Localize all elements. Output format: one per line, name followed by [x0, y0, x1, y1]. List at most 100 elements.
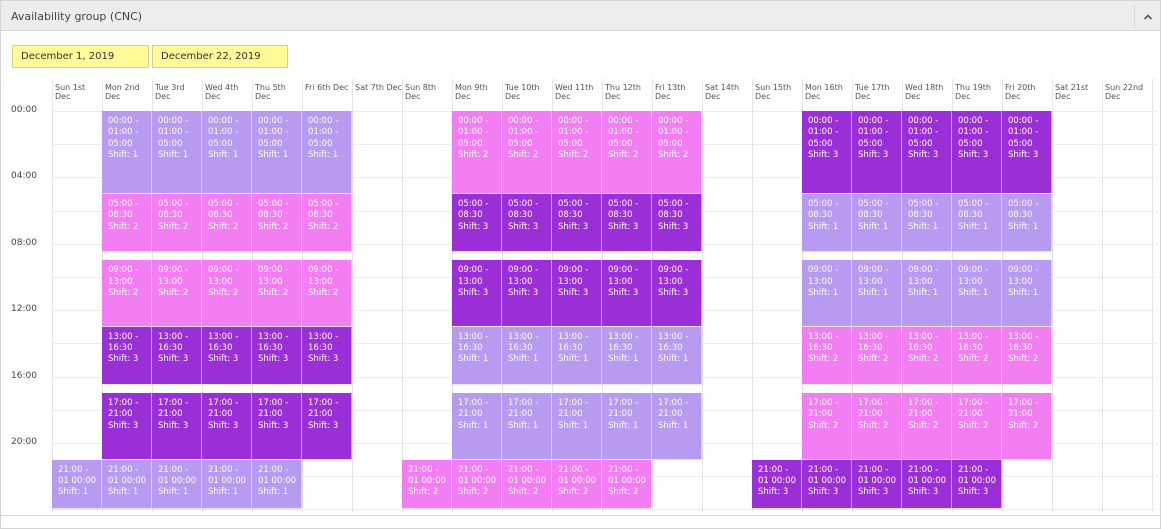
shift-event[interactable]: 00:00 -01:00 -05:00 Shift: 1 [102, 111, 152, 193]
shift-event[interactable]: 09:00 -13:00 Shift: 3 [602, 260, 652, 326]
start-date-field[interactable]: December 1, 2019 [12, 45, 149, 68]
shift-event[interactable]: 17:00 -21:00 Shift: 3 [302, 393, 352, 459]
shift-event[interactable]: 09:00 -13:00 Shift: 3 [552, 260, 602, 326]
shift-event[interactable]: 17:00 -21:00 Shift: 1 [502, 393, 552, 459]
shift-event[interactable]: 21:00 -01 00:00 Shift: 3 [852, 459, 902, 509]
shift-event[interactable]: 05:00 -08:30 Shift: 1 [952, 194, 1002, 252]
shift-event[interactable]: 13:00 -16:30 Shift: 2 [802, 326, 852, 384]
shift-event[interactable]: 09:00 -13:00 Shift: 3 [452, 260, 502, 326]
shift-event[interactable]: 21:00 -01 00:00 Shift: 3 [902, 459, 952, 509]
shift-event[interactable]: 13:00 -16:30 Shift: 1 [452, 326, 502, 384]
shift-event[interactable]: 00:00 -01:00 -05:00 Shift: 3 [852, 111, 902, 193]
shift-event[interactable]: 00:00 -01:00 -05:00 Shift: 2 [502, 111, 552, 193]
shift-event[interactable]: 09:00 -13:00 Shift: 1 [952, 260, 1002, 326]
shift-event[interactable]: 05:00 -08:30 Shift: 3 [502, 194, 552, 252]
shift-event[interactable]: 13:00 -16:30 Shift: 2 [902, 326, 952, 384]
shift-event[interactable]: 05:00 -08:30 Shift: 1 [902, 194, 952, 252]
shift-event[interactable]: 13:00 -16:30 Shift: 3 [152, 326, 202, 384]
shift-event[interactable]: 21:00 -01 00:00 Shift: 3 [752, 459, 802, 509]
shift-event[interactable]: 21:00 -01 00:00 Shift: 1 [52, 459, 102, 509]
shift-event[interactable]: 17:00 -21:00 Shift: 2 [1002, 393, 1052, 459]
shift-event[interactable]: 13:00 -16:30 Shift: 3 [252, 326, 302, 384]
shift-event[interactable]: 00:00 -01:00 -05:00 Shift: 2 [452, 111, 502, 193]
shift-event[interactable]: 17:00 -21:00 Shift: 3 [152, 393, 202, 459]
shift-event[interactable]: 17:00 -21:00 Shift: 2 [802, 393, 852, 459]
shift-event[interactable]: 09:00 -13:00 Shift: 1 [852, 260, 902, 326]
shift-event[interactable]: 09:00 -13:00 Shift: 2 [202, 260, 252, 326]
shift-event[interactable]: 09:00 -13:00 Shift: 1 [902, 260, 952, 326]
shift-event[interactable]: 21:00 -01 00:00 Shift: 2 [502, 459, 552, 509]
shift-event[interactable]: 09:00 -13:00 Shift: 1 [802, 260, 852, 326]
shift-event[interactable]: 05:00 -08:30 Shift: 1 [852, 194, 902, 252]
shift-event[interactable]: 05:00 -08:30 Shift: 2 [202, 194, 252, 252]
shift-event[interactable]: 05:00 -08:30 Shift: 1 [802, 194, 852, 252]
shift-event[interactable]: 13:00 -16:30 Shift: 2 [1002, 326, 1052, 384]
shift-event[interactable]: 17:00 -21:00 Shift: 3 [252, 393, 302, 459]
shift-event[interactable]: 17:00 -21:00 Shift: 2 [902, 393, 952, 459]
shift-event[interactable]: 05:00 -08:30 Shift: 2 [102, 194, 152, 252]
shift-event[interactable]: 09:00 -13:00 Shift: 2 [152, 260, 202, 326]
shift-event[interactable]: 21:00 -01 00:00 Shift: 2 [602, 459, 652, 509]
shift-event[interactable]: 00:00 -01:00 -05:00 Shift: 3 [902, 111, 952, 193]
shift-event[interactable]: 13:00 -16:30 Shift: 1 [552, 326, 602, 384]
shift-event[interactable]: 13:00 -16:30 Shift: 1 [602, 326, 652, 384]
shift-event[interactable]: 13:00 -16:30 Shift: 2 [852, 326, 902, 384]
shift-event[interactable]: 09:00 -13:00 Shift: 3 [502, 260, 552, 326]
shift-event[interactable]: 00:00 -01:00 -05:00 Shift: 3 [802, 111, 852, 193]
shift-event[interactable]: 09:00 -13:00 Shift: 2 [102, 260, 152, 326]
shift-event[interactable]: 00:00 -01:00 -05:00 Shift: 1 [252, 111, 302, 193]
shift-event[interactable]: 13:00 -16:30 Shift: 3 [102, 326, 152, 384]
shift-event[interactable]: 05:00 -08:30 Shift: 3 [452, 194, 502, 252]
shift-event[interactable]: 17:00 -21:00 Shift: 3 [202, 393, 252, 459]
shift-event[interactable]: 17:00 -21:00 Shift: 2 [952, 393, 1002, 459]
shift-event[interactable]: 17:00 -21:00 Shift: 1 [552, 393, 602, 459]
shift-event[interactable]: 21:00 -01 00:00 Shift: 3 [952, 459, 1002, 509]
shift-event[interactable]: 00:00 -01:00 -05:00 Shift: 2 [652, 111, 702, 193]
shift-event[interactable]: 05:00 -08:30 Shift: 2 [252, 194, 302, 252]
shift-event[interactable]: 09:00 -13:00 Shift: 2 [252, 260, 302, 326]
shift-event[interactable]: 13:00 -16:30 Shift: 1 [652, 326, 702, 384]
shift-event[interactable]: 00:00 -01:00 -05:00 Shift: 1 [202, 111, 252, 193]
shift-event[interactable]: 00:00 -01:00 -05:00 Shift: 1 [152, 111, 202, 193]
shift-event[interactable]: 21:00 -01 00:00 Shift: 1 [152, 459, 202, 509]
shift-event[interactable]: 13:00 -16:30 Shift: 3 [202, 326, 252, 384]
shift-event[interactable]: 05:00 -08:30 Shift: 3 [552, 194, 602, 252]
shift-event[interactable]: 17:00 -21:00 Shift: 1 [452, 393, 502, 459]
shift-event[interactable]: 17:00 -21:00 Shift: 2 [852, 393, 902, 459]
shift-event[interactable]: 13:00 -16:30 Shift: 2 [952, 326, 1002, 384]
shift-event[interactable]: 05:00 -08:30 Shift: 2 [302, 194, 352, 252]
shift-event[interactable]: 00:00 -01:00 -05:00 Shift: 3 [952, 111, 1002, 193]
event-time-text: 21:00 [108, 409, 133, 420]
shift-event[interactable]: 00:00 -01:00 -05:00 Shift: 2 [552, 111, 602, 193]
event-time-text: 21:00 [608, 409, 633, 420]
shift-event[interactable]: 05:00 -08:30 Shift: 3 [652, 194, 702, 252]
shift-event[interactable]: 17:00 -21:00 Shift: 1 [602, 393, 652, 459]
shift-event[interactable]: 13:00 -16:30 Shift: 3 [302, 326, 352, 384]
collapse-button[interactable] [1134, 5, 1160, 29]
event-time-text: 05:00 - [808, 199, 839, 209]
event-shift-label: Shift: 2 [608, 149, 639, 160]
shift-event[interactable]: 21:00 -01 00:00 Shift: 2 [552, 459, 602, 509]
shift-event[interactable]: 21:00 -01 00:00 Shift: 1 [202, 459, 252, 509]
shift-event[interactable]: 17:00 -21:00 Shift: 1 [652, 393, 702, 459]
shift-event[interactable]: 00:00 -01:00 -05:00 Shift: 2 [602, 111, 652, 193]
event-shift-label: Shift: 3 [608, 287, 639, 298]
shift-event[interactable]: 05:00 -08:30 Shift: 3 [602, 194, 652, 252]
shift-event[interactable]: 21:00 -01 00:00 Shift: 1 [252, 459, 302, 509]
event-time-text: 16:30 [508, 343, 533, 354]
shift-event[interactable]: 21:00 -01 00:00 Shift: 3 [802, 459, 852, 509]
event-time-text: 05:00 [958, 138, 983, 149]
shift-event[interactable]: 21:00 -01 00:00 Shift: 2 [452, 459, 502, 509]
shift-event[interactable]: 05:00 -08:30 Shift: 2 [152, 194, 202, 252]
shift-event[interactable]: 13:00 -16:30 Shift: 1 [502, 326, 552, 384]
shift-event[interactable]: 05:00 -08:30 Shift: 1 [1002, 194, 1052, 252]
shift-event[interactable]: 09:00 -13:00 Shift: 2 [302, 260, 352, 326]
shift-event[interactable]: 17:00 -21:00 Shift: 3 [102, 393, 152, 459]
shift-event[interactable]: 00:00 -01:00 -05:00 Shift: 1 [302, 111, 352, 193]
shift-event[interactable]: 00:00 -01:00 -05:00 Shift: 3 [1002, 111, 1052, 193]
shift-event[interactable]: 21:00 -01 00:00 Shift: 1 [102, 459, 152, 509]
shift-event[interactable]: 09:00 -13:00 Shift: 3 [652, 260, 702, 326]
end-date-field[interactable]: December 22, 2019 [152, 45, 288, 68]
shift-event[interactable]: 09:00 -13:00 Shift: 1 [1002, 260, 1052, 326]
shift-event[interactable]: 21:00 -01 00:00 Shift: 2 [402, 459, 452, 509]
